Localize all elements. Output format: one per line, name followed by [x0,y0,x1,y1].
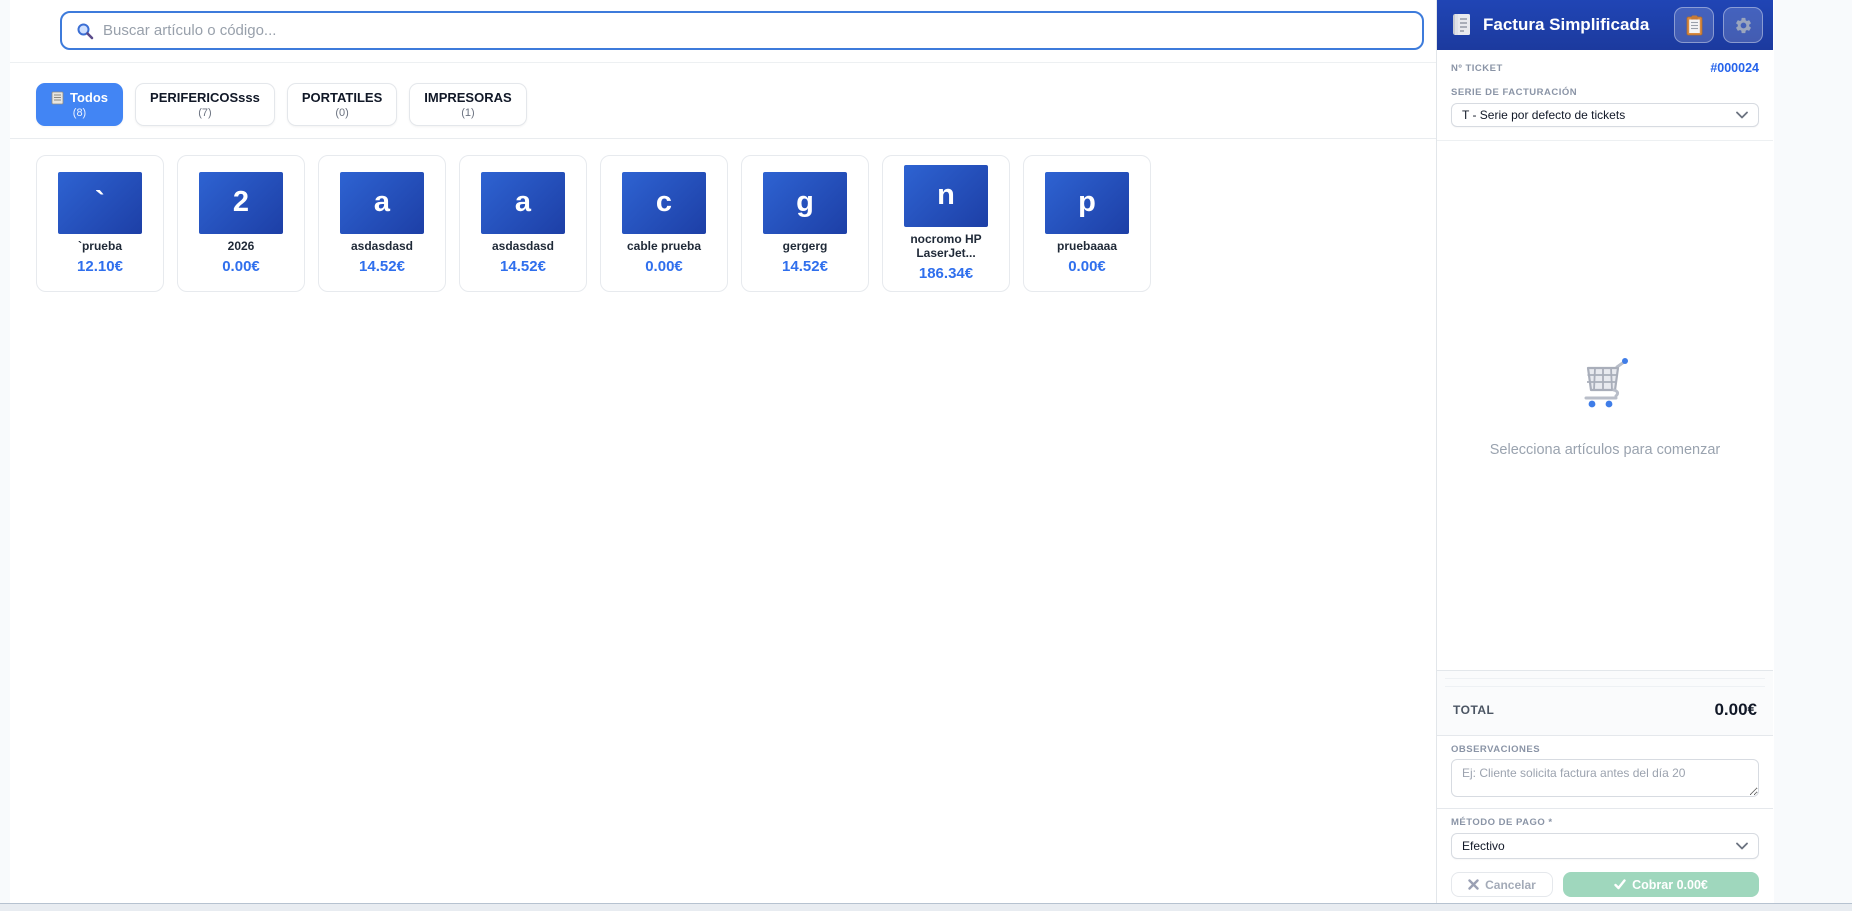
ticket-panel: Factura Simplificada [1437,0,1773,903]
product-price: 0.00€ [645,258,683,275]
product-tile: 2 [199,172,283,234]
pos-app: Buscar artículo o código... Todos [10,0,1774,903]
main-area: Buscar artículo o código... Todos [10,0,1437,903]
shopping-cart-icon [1576,354,1634,412]
empty-cart-state: Selecciona artículos para comenzar [1437,141,1773,670]
total-row: TOTAL 0.00€ [1437,687,1773,735]
product-tile: p [1045,172,1129,234]
product-name: cable prueba [627,239,701,253]
serie-facturacion-label: SERIE DE FACTURACIÓN [1451,87,1759,98]
product-card[interactable]: n nocromo HP LaserJet... 186.34€ [882,155,1010,292]
product-price: 14.52€ [782,258,828,275]
product-name: asdasdasd [492,239,554,253]
tab-perifericos[interactable]: PERIFERICOSsss (7) [135,83,275,126]
cobrar-label: Cobrar 0.00€ [1632,878,1708,892]
product-tile: n [904,165,988,227]
receipt-icon [51,91,64,105]
product-card[interactable]: a asdasdasd 14.52€ [318,155,446,292]
product-name: nocromo HP LaserJet... [906,232,986,261]
product-price: 14.52€ [500,258,546,275]
product-name: gergerg [783,239,828,253]
metodo-pago-label: MÉTODO DE PAGO * [1451,817,1759,828]
serie-facturacion-section: SERIE DE FACTURACIÓN T - Serie por defec… [1437,77,1773,141]
product-price: 186.34€ [919,265,973,282]
metodo-pago-value: Efectivo [1462,839,1505,853]
tab-count: (8) [51,107,108,119]
cancel-button[interactable]: Cancelar [1451,872,1553,897]
observaciones-section: OBSERVACIONES [1437,735,1773,808]
tab-label: PERIFERICOSsss [150,90,260,105]
ticket-number-value: #000024 [1710,61,1759,75]
product-grid: ` `prueba 12.10€ 2 2026 0.00€ a asdasdas… [10,139,1436,308]
receipt-icon [1450,12,1474,38]
search-input[interactable]: Buscar artículo o código... [60,11,1424,50]
product-card[interactable]: p pruebaaaa 0.00€ [1023,155,1151,292]
chevron-down-icon [1736,111,1748,119]
product-tile: g [763,172,847,234]
tab-label: Todos [70,90,108,105]
product-tile: c [622,172,706,234]
summary-divider [1445,679,1765,687]
tab-count: (1) [424,107,511,119]
tab-todos[interactable]: Todos (8) [36,83,123,126]
gear-icon [1734,16,1753,35]
product-price: 14.52€ [359,258,405,275]
check-icon [1614,879,1626,890]
product-price: 0.00€ [1068,258,1106,275]
product-name: pruebaaaa [1057,239,1117,253]
tab-label: PORTATILES [302,90,382,105]
summary-divider [1445,671,1765,679]
totals-section: TOTAL 0.00€ [1437,670,1773,735]
cancel-label: Cancelar [1485,878,1536,892]
category-tabs: Todos (8) PERIFERICOSsss (7) PORTATILES … [10,63,1436,139]
product-name: 2026 [228,239,255,253]
tab-impresoras[interactable]: IMPRESORAS (1) [409,83,526,126]
ticket-number-row: Nº TICKET #000024 [1437,50,1773,77]
product-price: 0.00€ [222,258,260,275]
search-icon [76,22,94,40]
product-card[interactable]: g gergerg 14.52€ [741,155,869,292]
chevron-down-icon [1736,842,1748,850]
product-card[interactable]: ` `prueba 12.10€ [36,155,164,292]
observaciones-label: OBSERVACIONES [1451,744,1759,755]
serie-facturacion-value: T - Serie por defecto de tickets [1462,108,1625,122]
product-card[interactable]: a asdasdasd 14.52€ [459,155,587,292]
tab-portatiles[interactable]: PORTATILES (0) [287,83,397,126]
tab-count: (7) [150,107,260,119]
x-icon [1468,879,1479,890]
observaciones-input[interactable] [1451,759,1759,797]
panel-title: Factura Simplificada [1483,15,1649,35]
window-bottom-edge [0,903,1852,911]
tab-count: (0) [302,107,382,119]
product-tile: a [340,172,424,234]
tab-label: IMPRESORAS [424,90,511,105]
empty-cart-message: Selecciona artículos para comenzar [1490,442,1721,458]
product-price: 12.10€ [77,258,123,275]
clipboard-icon [1686,15,1703,36]
total-value: 0.00€ [1714,700,1757,720]
ticket-header: Factura Simplificada [1437,0,1773,50]
ticket-list-button[interactable] [1674,7,1714,43]
cobrar-button[interactable]: Cobrar 0.00€ [1563,872,1759,897]
product-name: asdasdasd [351,239,413,253]
product-name: `prueba [78,239,122,253]
product-card[interactable]: 2 2026 0.00€ [177,155,305,292]
product-tile: a [481,172,565,234]
search-placeholder: Buscar artículo o código... [103,22,276,39]
ticket-number-label: Nº TICKET [1451,63,1503,74]
serie-facturacion-select[interactable]: T - Serie por defecto de tickets [1451,103,1759,127]
metodo-pago-select[interactable]: Efectivo [1451,833,1759,859]
total-label: TOTAL [1453,703,1494,717]
product-card[interactable]: c cable prueba 0.00€ [600,155,728,292]
ticket-actions: Cancelar Cobrar 0.00€ [1437,863,1773,903]
product-tile: ` [58,172,142,234]
metodo-pago-section: MÉTODO DE PAGO * Efectivo [1437,808,1773,863]
search-section: Buscar artículo o código... [10,0,1436,63]
settings-button[interactable] [1723,7,1763,43]
